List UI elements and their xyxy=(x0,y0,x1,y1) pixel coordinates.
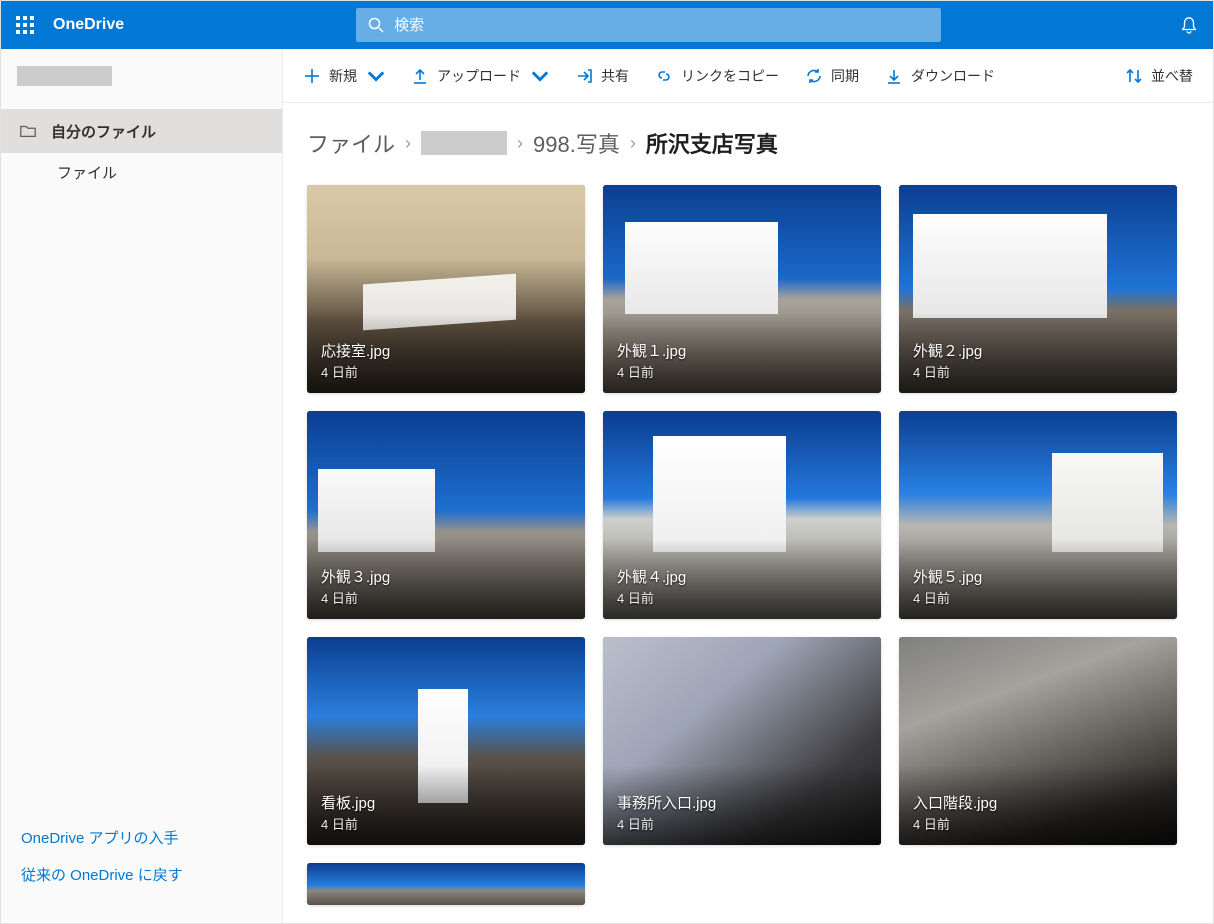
download-label: ダウンロード xyxy=(911,66,995,86)
user-name-redacted xyxy=(17,66,112,86)
file-modified: 4 日前 xyxy=(321,588,358,607)
file-modified: 4 日前 xyxy=(617,814,654,833)
file-tile[interactable]: 外観３.jpg4 日前 xyxy=(307,411,585,619)
file-name: 外観５.jpg xyxy=(913,566,982,587)
search-input[interactable] xyxy=(394,17,929,34)
sort-button[interactable]: 並べ替 xyxy=(1115,60,1203,92)
file-name: 外観３.jpg xyxy=(321,566,390,587)
file-tile[interactable]: 看板.jpg4 日前 xyxy=(307,637,585,845)
file-modified: 4 日前 xyxy=(913,588,950,607)
breadcrumb: ファイル › › 998.写真 › 所沢支店写真 xyxy=(307,127,1213,159)
chevron-down-icon xyxy=(531,67,549,85)
brand-label[interactable]: OneDrive xyxy=(49,16,132,34)
file-name: 看板.jpg xyxy=(321,792,375,813)
file-modified: 4 日前 xyxy=(617,362,654,381)
copy-link-button[interactable]: リンクをコピー xyxy=(645,60,789,92)
new-button[interactable]: 新規 xyxy=(293,60,395,92)
chevron-right-icon: › xyxy=(630,133,636,154)
new-label: 新規 xyxy=(329,66,357,86)
sync-icon xyxy=(805,67,823,85)
breadcrumb-folder-998[interactable]: 998.写真 xyxy=(533,127,620,159)
sidebar-item-label: 自分のファイル xyxy=(51,121,156,142)
search-icon xyxy=(368,17,384,33)
chevron-right-icon: › xyxy=(517,133,523,154)
sync-button[interactable]: 同期 xyxy=(795,60,869,92)
file-name: 外観１.jpg xyxy=(617,340,686,361)
file-tile[interactable]: 外観５.jpg4 日前 xyxy=(899,411,1177,619)
download-button[interactable]: ダウンロード xyxy=(875,60,1005,92)
search-box[interactable] xyxy=(356,8,941,42)
chevron-right-icon: › xyxy=(405,133,411,154)
share-button[interactable]: 共有 xyxy=(565,60,639,92)
waffle-icon xyxy=(16,16,34,34)
file-tile-partial[interactable] xyxy=(307,863,585,905)
breadcrumb-redacted[interactable] xyxy=(421,131,507,155)
file-modified: 4 日前 xyxy=(321,814,358,833)
file-modified: 4 日前 xyxy=(617,588,654,607)
file-name: 入口階段.jpg xyxy=(913,792,997,813)
sidebar-item-my-files[interactable]: 自分のファイル xyxy=(1,109,282,153)
file-name: 外観４.jpg xyxy=(617,566,686,587)
file-tile[interactable]: 外観４.jpg4 日前 xyxy=(603,411,881,619)
bell-icon xyxy=(1180,16,1198,34)
file-name: 事務所入口.jpg xyxy=(617,792,716,813)
classic-onedrive-link[interactable]: 従来の OneDrive に戻す xyxy=(21,864,262,885)
suite-header: OneDrive xyxy=(1,1,1213,49)
sidebar-footer: OneDrive アプリの入手 従来の OneDrive に戻す xyxy=(1,801,282,923)
breadcrumb-root[interactable]: ファイル xyxy=(307,127,395,159)
upload-label: アップロード xyxy=(437,66,521,86)
file-name: 応接室.jpg xyxy=(321,340,390,361)
share-label: 共有 xyxy=(601,66,629,86)
sort-icon xyxy=(1125,67,1143,85)
plus-icon xyxy=(303,67,321,85)
chevron-down-icon xyxy=(367,67,385,85)
breadcrumb-current: 所沢支店写真 xyxy=(646,127,778,159)
app-launcher-button[interactable] xyxy=(1,1,49,49)
user-block xyxy=(1,49,282,103)
upload-icon xyxy=(411,67,429,85)
file-tile[interactable]: 事務所入口.jpg4 日前 xyxy=(603,637,881,845)
sort-label: 並べ替 xyxy=(1151,66,1193,86)
sync-label: 同期 xyxy=(831,66,859,86)
file-modified: 4 日前 xyxy=(913,814,950,833)
folder-icon xyxy=(19,122,37,140)
thumbnail-image xyxy=(307,863,585,905)
link-icon xyxy=(655,67,673,85)
upload-button[interactable]: アップロード xyxy=(401,60,559,92)
file-tile[interactable]: 入口階段.jpg4 日前 xyxy=(899,637,1177,845)
sidebar-subitem-label: ファイル xyxy=(57,162,117,183)
sidebar: 自分のファイル ファイル OneDrive アプリの入手 従来の OneDriv… xyxy=(1,49,283,923)
file-tile[interactable]: 応接室.jpg4 日前 xyxy=(307,185,585,393)
file-tile[interactable]: 外観１.jpg4 日前 xyxy=(603,185,881,393)
file-name: 外観２.jpg xyxy=(913,340,982,361)
file-tile[interactable]: 外観２.jpg4 日前 xyxy=(899,185,1177,393)
file-modified: 4 日前 xyxy=(321,362,358,381)
sidebar-subitem-files[interactable]: ファイル xyxy=(1,153,282,191)
get-app-link[interactable]: OneDrive アプリの入手 xyxy=(21,827,262,848)
file-grid: 応接室.jpg4 日前 外観１.jpg4 日前 外観２.jpg4 日前 外観３.… xyxy=(307,185,1213,905)
notifications-button[interactable] xyxy=(1165,1,1213,49)
copy-link-label: リンクをコピー xyxy=(681,66,779,86)
download-icon xyxy=(885,67,903,85)
command-bar: 新規 アップロード 共有 リンクをコピー 同 xyxy=(283,49,1213,103)
file-modified: 4 日前 xyxy=(913,362,950,381)
share-icon xyxy=(575,67,593,85)
